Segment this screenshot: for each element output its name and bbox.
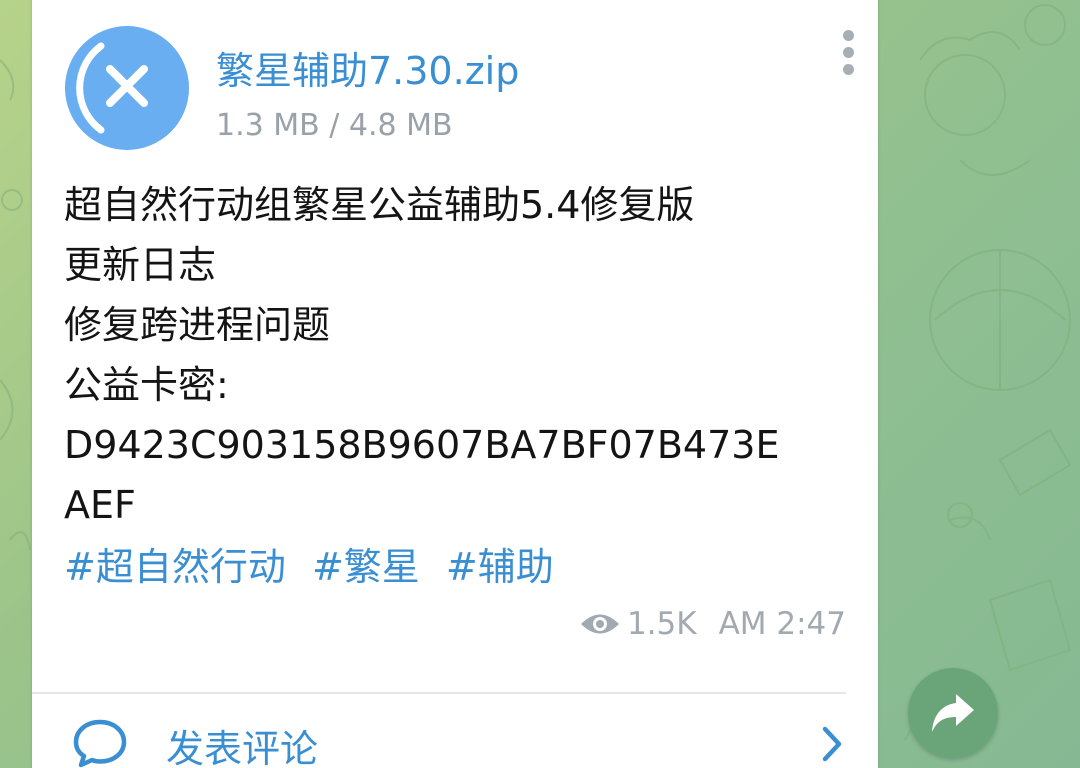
- hashtag-link[interactable]: #辅助: [446, 545, 554, 589]
- comment-bubble-icon: [73, 719, 127, 768]
- cancel-download-icon-graphic: [76, 42, 148, 134]
- comments-label: 发表评论: [166, 727, 319, 768]
- chevron-right-icon: [822, 726, 842, 762]
- cancel-download-icon[interactable]: [65, 26, 189, 150]
- view-count: 1.5K: [626, 606, 697, 642]
- message-text: 超自然行动组繁星公益辅助5.4修复版 更新日志 修复跨进程问题 公益卡密: D9…: [64, 175, 864, 535]
- message-line: 更新日志: [64, 243, 217, 287]
- share-button[interactable]: [908, 668, 998, 758]
- message-line: AEF: [64, 483, 136, 527]
- message-meta: 1.5K AM 2:47: [579, 606, 846, 642]
- hashtag-link[interactable]: #繁星: [312, 545, 420, 589]
- message-time: AM 2:47: [718, 606, 846, 642]
- views-icon: [580, 614, 619, 634]
- hashtag-list: #超自然行动 #繁星 #辅助: [64, 537, 568, 597]
- file-name[interactable]: 繁星辅助7.30.zip: [216, 40, 519, 95]
- message-bubble: 繁星辅助7.30.zip 1.3 MB / 4.8 MB 超自然行动组繁星公益辅…: [32, 0, 878, 768]
- more-options-icon[interactable]: [838, 30, 858, 82]
- message-line: D9423C903158B9607BA7BF07B473E: [64, 423, 780, 467]
- message-line: 公益卡密:: [64, 363, 229, 407]
- message-line: 超自然行动组繁星公益辅助5.4修复版: [64, 183, 695, 227]
- comments-button[interactable]: 发表评论: [32, 694, 846, 768]
- hashtag-link[interactable]: #超自然行动: [64, 545, 286, 589]
- file-size: 1.3 MB / 4.8 MB: [216, 108, 453, 143]
- share-arrow-icon: [932, 694, 974, 732]
- message-line: 修复跨进程问题: [64, 303, 331, 347]
